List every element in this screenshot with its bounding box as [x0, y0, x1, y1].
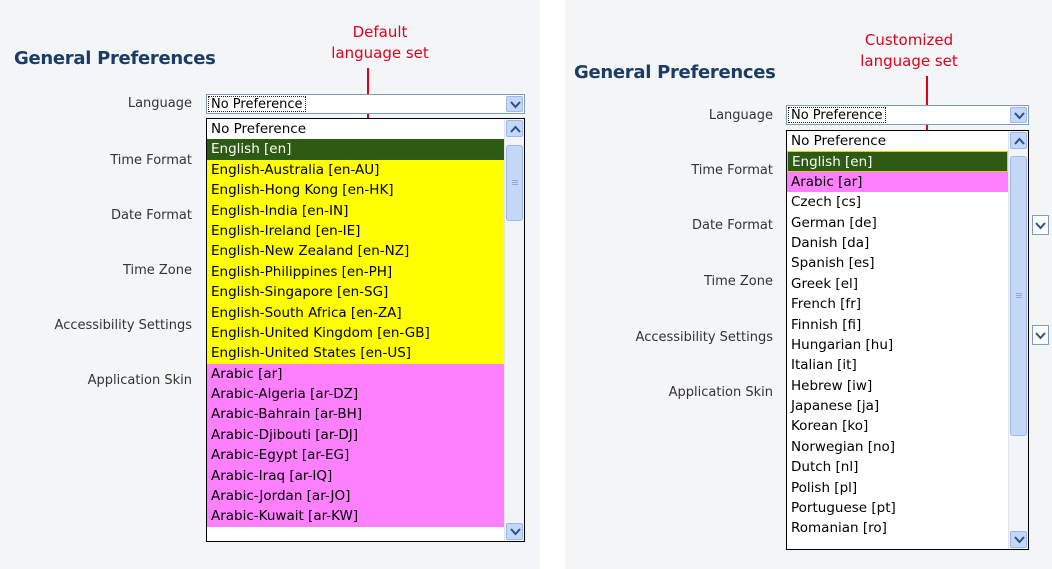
- date-format-label: Date Format: [691, 218, 773, 233]
- option-item[interactable]: English-Ireland [en-IE]: [207, 220, 504, 242]
- application-skin-label: Application Skin: [87, 373, 192, 388]
- options: No Preference English [en] Arabic [ar] Czec…: [787, 131, 1008, 539]
- option-item[interactable]: Italian [it]: [787, 355, 1008, 375]
- scroll-down-button[interactable]: [506, 523, 523, 540]
- scroll-up-button[interactable]: [1010, 132, 1027, 149]
- time-zone-label: Time Zone: [122, 263, 192, 278]
- option-item[interactable]: Japanese [ja]: [787, 396, 1008, 416]
- option-item[interactable]: English-Philippines [en-PH]: [207, 261, 504, 283]
- option-item[interactable]: Arabic-Egypt [ar-EG]: [207, 445, 504, 466]
- date-format-label: Date Format: [110, 208, 192, 223]
- page-title: General Preferences: [574, 62, 776, 83]
- language-options-list[interactable]: No Preference English [en] English-Austral…: [206, 118, 525, 542]
- option-item[interactable]: Portuguese [pt]: [787, 498, 1008, 518]
- scrollbar[interactable]: [1008, 131, 1028, 549]
- option-item[interactable]: Finnish [fi]: [787, 315, 1008, 335]
- option-item[interactable]: Arabic [ar]: [207, 363, 504, 385]
- option-item[interactable]: Hungarian [hu]: [787, 335, 1008, 355]
- option-item[interactable]: German [de]: [787, 213, 1008, 233]
- option-item[interactable]: English [en]: [787, 151, 1008, 172]
- scroll-down-button[interactable]: [1010, 531, 1027, 548]
- chevron-up-icon: [1014, 137, 1025, 145]
- annotation-customized-language-set: Customized language set: [860, 31, 958, 70]
- date-format-select-edge[interactable]: [1032, 215, 1049, 235]
- chevron-down-icon: [1035, 332, 1046, 340]
- language-label: Language: [127, 96, 192, 111]
- scroll-thumb[interactable]: [506, 145, 523, 221]
- option-item[interactable]: Hebrew [iw]: [787, 376, 1008, 396]
- option-item[interactable]: English-India [en-IN]: [207, 200, 504, 221]
- chevron-down-icon: [510, 101, 521, 109]
- option-item[interactable]: Arabic [ar]: [787, 171, 1008, 193]
- accessibility-settings-label: Accessibility Settings: [635, 330, 773, 345]
- panel-divider: [540, 0, 565, 569]
- language-label: Language: [708, 108, 773, 123]
- option-item[interactable]: Czech [cs]: [787, 192, 1008, 212]
- option-item[interactable]: Arabic-Bahrain [ar-BH]: [207, 404, 504, 425]
- scroll-thumb[interactable]: [1010, 156, 1027, 436]
- option-item[interactable]: No Preference: [207, 119, 504, 139]
- option-item[interactable]: Romanian [ro]: [787, 518, 1008, 538]
- option-item[interactable]: Danish [da]: [787, 233, 1008, 253]
- scroll-up-button[interactable]: [506, 120, 523, 137]
- option-item[interactable]: Arabic-Iraq [ar-IQ]: [207, 465, 504, 487]
- option-item[interactable]: English [en]: [207, 139, 504, 160]
- preferences-panel-default: General Preferences Default language set…: [0, 0, 540, 569]
- chevron-down-icon: [1035, 222, 1046, 230]
- option-item[interactable]: Arabic-Kuwait [ar-KW]: [207, 506, 504, 527]
- option-item[interactable]: English-New Zealand [en-NZ]: [207, 241, 504, 262]
- time-zone-label: Time Zone: [703, 274, 773, 289]
- option-item[interactable]: English-United States [en-US]: [207, 343, 504, 364]
- language-select[interactable]: No Preference: [786, 105, 1029, 125]
- chevron-down-icon: [1014, 112, 1025, 120]
- language-select[interactable]: No Preference: [206, 94, 525, 114]
- accessibility-select-edge[interactable]: [1032, 325, 1049, 345]
- option-item[interactable]: Greek [el]: [787, 274, 1008, 294]
- preferences-panel-customized: General Preferences Customized language …: [565, 0, 1052, 569]
- option-item[interactable]: Norwegian [no]: [787, 437, 1008, 457]
- scrollbar[interactable]: [504, 119, 524, 541]
- application-skin-label: Application Skin: [668, 385, 773, 400]
- dropdown-button[interactable]: [506, 96, 523, 112]
- option-item[interactable]: English-United Kingdom [en-GB]: [207, 322, 504, 344]
- language-select-value: No Preference: [788, 107, 886, 123]
- option-item[interactable]: English-Hong Kong [en-HK]: [207, 180, 504, 201]
- chevron-down-icon: [1014, 536, 1025, 544]
- option-item[interactable]: Polish [pl]: [787, 478, 1008, 498]
- option-item[interactable]: Arabic-Algeria [ar-DZ]: [207, 384, 504, 405]
- page-title: General Preferences: [14, 48, 216, 69]
- language-options-list[interactable]: No Preference English [en] Arabic [ar] Czec…: [786, 130, 1029, 550]
- options: No Preference English [en] English-Austral…: [207, 119, 504, 527]
- option-item[interactable]: Korean [ko]: [787, 416, 1008, 436]
- time-format-label: Time Format: [691, 163, 773, 178]
- option-item[interactable]: Arabic-Djibouti [ar-DJ]: [207, 424, 504, 446]
- option-item[interactable]: Dutch [nl]: [787, 457, 1008, 477]
- dropdown-button[interactable]: [1010, 107, 1027, 123]
- option-item[interactable]: No Preference: [787, 131, 1008, 151]
- option-item[interactable]: English-Singapore [en-SG]: [207, 282, 504, 303]
- language-select-value: No Preference: [208, 96, 306, 112]
- option-item[interactable]: English-South Africa [en-ZA]: [207, 302, 504, 323]
- option-item[interactable]: English-Australia [en-AU]: [207, 159, 504, 181]
- annotation-default-language-set: Default language set: [331, 23, 429, 62]
- time-format-label: Time Format: [110, 153, 192, 168]
- chevron-down-icon: [510, 528, 521, 536]
- option-item[interactable]: French [fr]: [787, 294, 1008, 314]
- chevron-up-icon: [510, 125, 521, 133]
- option-item[interactable]: Spanish [es]: [787, 253, 1008, 273]
- accessibility-settings-label: Accessibility Settings: [54, 318, 192, 333]
- option-item[interactable]: Arabic-Jordan [ar-JO]: [207, 486, 504, 507]
